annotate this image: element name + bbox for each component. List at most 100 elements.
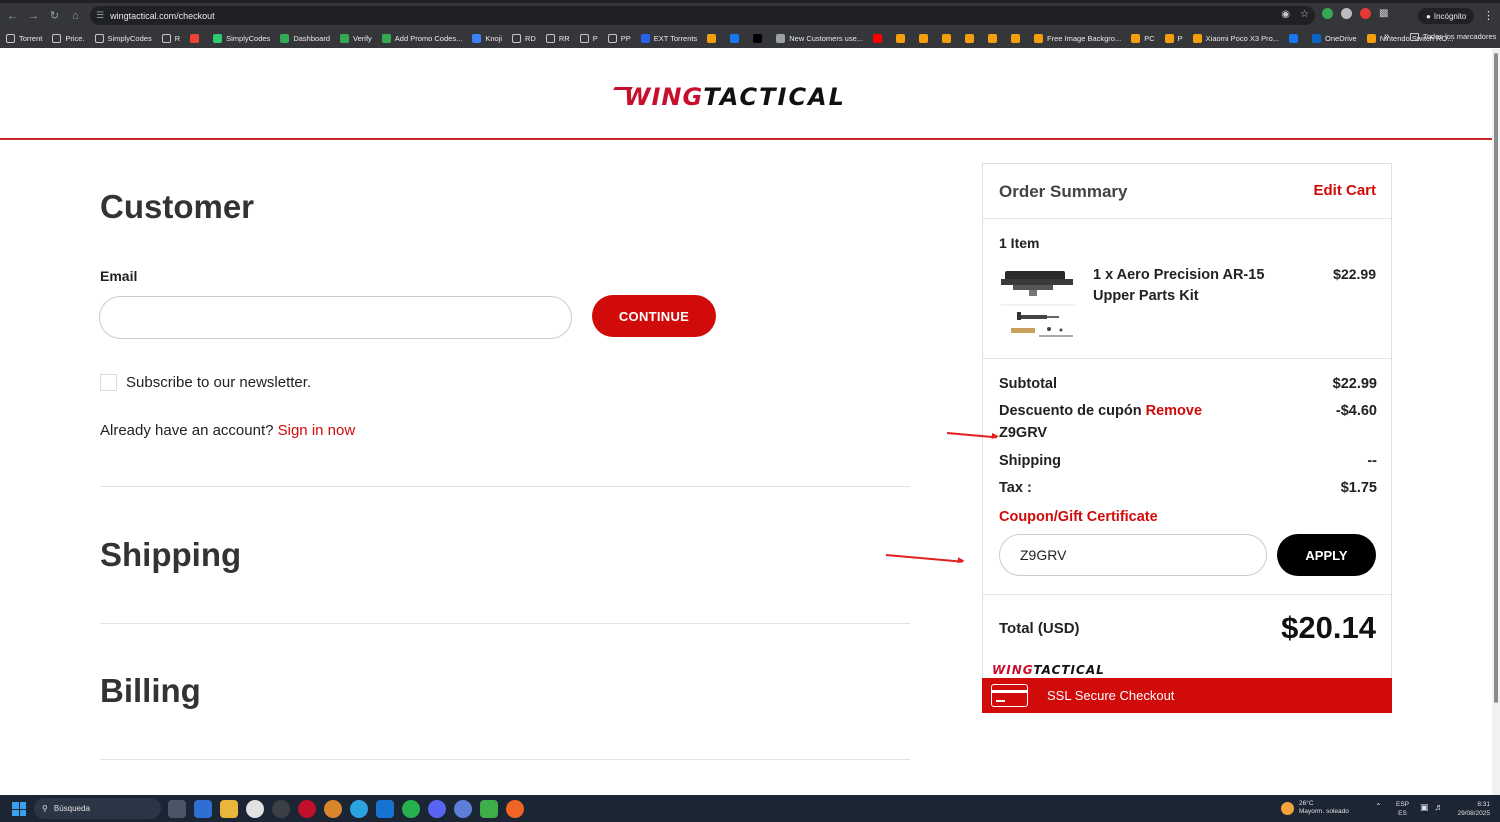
- bookmark-item[interactable]: PP: [607, 33, 631, 43]
- back-icon[interactable]: ←: [2, 6, 23, 26]
- bookmark-item[interactable]: [896, 33, 909, 43]
- extension-red-icon[interactable]: [1360, 8, 1371, 19]
- incognito-badge[interactable]: ● Incógnito: [1418, 8, 1475, 24]
- bookmark-item[interactable]: [190, 33, 203, 43]
- bookmark-item[interactable]: Knoji: [472, 33, 502, 43]
- task-view-icon[interactable]: [168, 800, 186, 818]
- folder-icon: [512, 33, 522, 43]
- reload-icon[interactable]: ↻: [44, 6, 65, 26]
- bookmark-item[interactable]: Torrent: [6, 33, 42, 43]
- site-icon: [1192, 33, 1202, 43]
- star-icon[interactable]: ☆: [1300, 9, 1309, 20]
- bookmark-item[interactable]: Free Image Backgro...: [1034, 33, 1121, 43]
- coupon-code-field[interactable]: [999, 534, 1267, 576]
- bookmark-item[interactable]: [1289, 33, 1302, 43]
- home-icon[interactable]: ⌂: [65, 6, 86, 26]
- all-bookmarks-button[interactable]: Todos los marcadores: [1410, 32, 1496, 41]
- continue-button[interactable]: CONTINUE: [592, 295, 716, 337]
- bookmark-item[interactable]: P: [1164, 33, 1183, 43]
- bookmark-item[interactable]: [1011, 33, 1024, 43]
- email-field[interactable]: [99, 296, 572, 339]
- bookmark-item[interactable]: [730, 33, 743, 43]
- opera-icon[interactable]: [298, 800, 316, 818]
- bookmark-item[interactable]: [753, 33, 766, 43]
- onedrive-icon: [1312, 33, 1322, 43]
- extension-green-icon[interactable]: [1322, 8, 1333, 19]
- subtotal-row: Subtotal $22.99: [999, 376, 1377, 392]
- media-player-icon[interactable]: [272, 800, 290, 818]
- bookmark-item[interactable]: [873, 33, 886, 43]
- firefox-icon[interactable]: [506, 800, 524, 818]
- remove-coupon-link[interactable]: Remove: [1146, 403, 1202, 419]
- bookmark-item[interactable]: P: [579, 33, 598, 43]
- bookmark-label: SimplyCodes: [226, 33, 271, 43]
- clock[interactable]: 8:31 29/08/2025: [1450, 800, 1490, 818]
- telegram-icon[interactable]: [350, 800, 368, 818]
- shipping-heading[interactable]: Shipping: [100, 536, 241, 574]
- sign-in-link[interactable]: Sign in now: [278, 422, 356, 439]
- bookmark-item[interactable]: R: [161, 33, 180, 43]
- site-info-icon[interactable]: ☰: [96, 10, 104, 21]
- network-icon[interactable]: ▣: [1420, 802, 1429, 813]
- weather-widget[interactable]: 26°C Mayorm. soleado: [1281, 800, 1349, 816]
- discord-icon[interactable]: [428, 800, 446, 818]
- volume-icon[interactable]: ♬: [1435, 802, 1444, 813]
- weather-temp: 26°C: [1299, 800, 1314, 807]
- chevron-up-icon[interactable]: ⌃: [1375, 802, 1382, 811]
- product-name: 1 x Aero Precision AR-15 Upper Parts Kit: [1093, 267, 1265, 304]
- bookmark-item[interactable]: Add Promo Codes...: [381, 33, 462, 43]
- bookmark-item[interactable]: EXT Torrents: [640, 33, 697, 43]
- bookmark-item[interactable]: RD: [512, 33, 536, 43]
- language-indicator[interactable]: ESP ES: [1396, 800, 1409, 818]
- file-explorer-icon[interactable]: [220, 800, 238, 818]
- address-bar[interactable]: ☰ wingtactical.com/checkout ◉ ☆: [90, 6, 1315, 25]
- extension-grey-icon[interactable]: [1341, 8, 1352, 19]
- edit-cart-link[interactable]: Edit Cart: [1313, 182, 1376, 199]
- more-bookmarks-icon[interactable]: »: [1384, 31, 1390, 42]
- bookmark-item[interactable]: RR: [545, 33, 570, 43]
- app-icon[interactable]: [454, 800, 472, 818]
- bookmark-item[interactable]: Dashboard: [280, 33, 330, 43]
- forward-icon[interactable]: →: [23, 6, 44, 26]
- app-icon[interactable]: [324, 800, 342, 818]
- bookmark-item[interactable]: [919, 33, 932, 43]
- weather-sun-icon: [1281, 801, 1294, 815]
- bookmark-item[interactable]: [942, 33, 955, 43]
- taskbar-search[interactable]: ⚲ Búsqueda: [34, 798, 161, 819]
- scrollbar-thumb[interactable]: [1494, 53, 1498, 703]
- site-logo[interactable]: WING TACTICAL: [609, 83, 846, 111]
- puzzle-icon[interactable]: ▩: [1379, 8, 1388, 19]
- bookmark-item[interactable]: Price.: [52, 33, 85, 43]
- bookmark-item[interactable]: New Customers use...: [776, 33, 863, 43]
- bookmark-item[interactable]: [965, 33, 978, 43]
- check-icon: [340, 33, 350, 43]
- chrome-icon[interactable]: [246, 800, 264, 818]
- app-icon[interactable]: [480, 800, 498, 818]
- bookmark-item[interactable]: [988, 33, 1001, 43]
- billing-heading[interactable]: Billing: [100, 672, 201, 710]
- globe-icon: [776, 33, 786, 43]
- bookmark-item[interactable]: Xiaomi Poco X3 Pro...: [1192, 33, 1279, 43]
- newsletter-checkbox[interactable]: [100, 374, 117, 391]
- bookmark-item[interactable]: [707, 33, 720, 43]
- apply-coupon-button[interactable]: APPLY: [1277, 534, 1376, 576]
- bookmark-item[interactable]: SimplyCodes: [213, 33, 271, 43]
- whatsapp-icon[interactable]: [402, 800, 420, 818]
- bookmarks-bar: Torrent Price. SimplyCodes R SimplyCodes Dash…: [0, 28, 1500, 48]
- coupon-toggle-link[interactable]: Coupon/Gift Certificate: [999, 509, 1158, 525]
- outlook-icon[interactable]: [376, 800, 394, 818]
- bookmark-item[interactable]: SimplyCodes: [94, 33, 152, 43]
- total-label: Total (USD): [999, 620, 1080, 637]
- newsletter-label: Subscribe to our newsletter.: [126, 374, 312, 391]
- bookmark-item[interactable]: OneDrive: [1312, 33, 1357, 43]
- windows-start-icon[interactable]: [12, 802, 26, 816]
- footer-logo: WINGTACTICAL: [992, 663, 1105, 677]
- bookmark-label: Verify: [353, 33, 372, 43]
- check-icon: [280, 33, 290, 43]
- page-scrollbar[interactable]: [1492, 49, 1500, 795]
- bookmark-item[interactable]: PC: [1131, 33, 1155, 43]
- browser-menu-icon[interactable]: ⋮: [1483, 9, 1494, 22]
- store-icon[interactable]: [194, 800, 212, 818]
- eye-off-icon[interactable]: ◉: [1281, 9, 1290, 20]
- bookmark-item[interactable]: Verify: [340, 33, 372, 43]
